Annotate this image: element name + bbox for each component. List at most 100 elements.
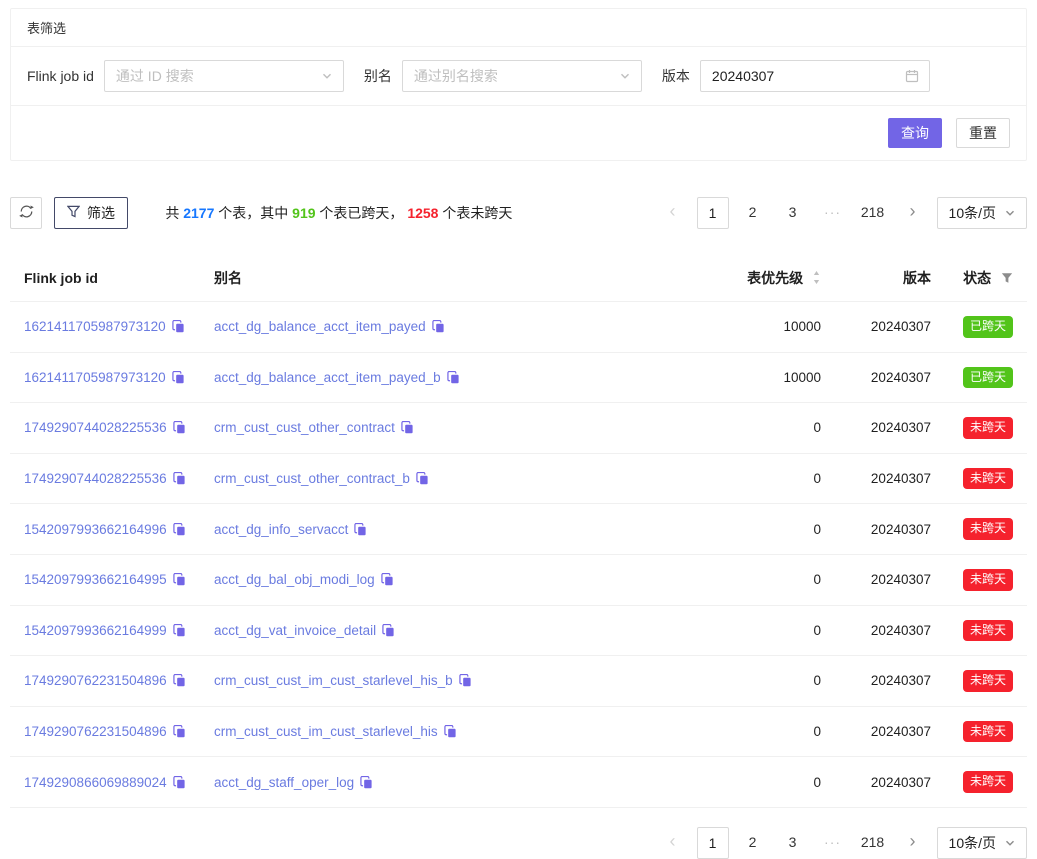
filter-toggle-button[interactable]: 筛选 [54, 197, 128, 229]
alias-link[interactable]: acct_dg_balance_acct_item_payed [214, 319, 426, 334]
job-id-link[interactable]: 1749290762231504896 [24, 724, 167, 739]
alias-cell: crm_cust_cust_im_cust_starlevel_his [206, 706, 713, 757]
status-cell: 已跨天 [935, 352, 1027, 403]
page-button-2[interactable]: 2 [737, 827, 769, 859]
alias-link[interactable]: crm_cust_cust_im_cust_starlevel_his_b [214, 673, 453, 688]
priority-cell: 0 [713, 757, 839, 808]
status-badge: 未跨天 [963, 569, 1013, 591]
page-button-3[interactable]: 3 [777, 827, 809, 859]
job-id-link[interactable]: 1542097993662164995 [24, 572, 167, 587]
table-row: 1542097993662164999 acct_dg_vat_invoice_… [10, 605, 1027, 656]
alias-select[interactable]: 通过别名搜索 [402, 60, 642, 92]
table-row: 1542097993662164995 acct_dg_bal_obj_modi… [10, 554, 1027, 605]
page-button-last[interactable]: 218 [857, 197, 889, 229]
alias-link[interactable]: acct_dg_info_servacct [214, 522, 348, 537]
summary-suffix: 个表未跨天 [438, 205, 512, 221]
status-badge: 未跨天 [963, 670, 1013, 692]
status-cell: 已跨天 [935, 302, 1027, 353]
refresh-button[interactable] [10, 197, 42, 229]
job-id-link[interactable]: 1621411705987973120 [24, 319, 166, 334]
page-button-1[interactable]: 1 [697, 827, 729, 859]
field-version: 版本 20240307 [662, 60, 930, 92]
sort-icon[interactable] [812, 270, 821, 285]
page-size-select[interactable]: 10条/页 [937, 197, 1027, 229]
copy-icon[interactable] [173, 776, 186, 789]
copy-icon[interactable] [354, 523, 367, 536]
job-id-link[interactable]: 1749290762231504896 [24, 673, 167, 688]
alias-cell: acct_dg_info_servacct [206, 504, 713, 555]
copy-icon[interactable] [173, 523, 186, 536]
flink-job-id-select[interactable]: 通过 ID 搜索 [104, 60, 344, 92]
alias-link[interactable]: acct_dg_bal_obj_modi_log [214, 572, 375, 587]
page-ellipsis[interactable]: ··· [817, 197, 849, 229]
header-version: 版本 [839, 256, 935, 302]
filter-toggle-label: 筛选 [87, 203, 115, 223]
job-id-link[interactable]: 1749290744028225536 [24, 471, 167, 486]
job-id-link[interactable]: 1749290744028225536 [24, 420, 167, 435]
next-page-button[interactable]: › [897, 197, 929, 229]
filter-card-title: 表筛选 [27, 21, 66, 36]
alias-link[interactable]: acct_dg_vat_invoice_detail [214, 623, 376, 638]
alias-link[interactable]: crm_cust_cust_other_contract_b [214, 471, 410, 486]
page: 表筛选 Flink job id 通过 ID 搜索 别名 通过别名搜索 [0, 0, 1037, 859]
status-cell: 未跨天 [935, 504, 1027, 555]
job-id-link[interactable]: 1621411705987973120 [24, 370, 166, 385]
header-priority[interactable]: 表优先级 [713, 256, 839, 302]
funnel-icon [67, 205, 80, 221]
alias-cell: acct_dg_balance_acct_item_payed_b [206, 352, 713, 403]
copy-icon[interactable] [173, 421, 186, 434]
prev-page-button[interactable]: ‹ [657, 827, 689, 859]
header-row: Flink job id 别名 表优先级 版本 状态 [10, 256, 1027, 302]
filter-row: Flink job id 通过 ID 搜索 别名 通过别名搜索 [11, 47, 1026, 106]
copy-icon[interactable] [173, 674, 186, 687]
copy-icon[interactable] [173, 624, 186, 637]
alias-link[interactable]: crm_cust_cust_other_contract [214, 420, 395, 435]
alias-link[interactable]: acct_dg_staff_oper_log [214, 775, 354, 790]
copy-icon[interactable] [172, 371, 185, 384]
copy-icon[interactable] [432, 320, 445, 333]
page-button-2[interactable]: 2 [737, 197, 769, 229]
copy-icon[interactable] [360, 776, 373, 789]
job-id-link[interactable]: 1749290866069889024 [24, 775, 167, 790]
page-size-select[interactable]: 10条/页 [937, 827, 1027, 859]
reset-button[interactable]: 重置 [956, 118, 1010, 148]
prev-page-button[interactable]: ‹ [657, 197, 689, 229]
copy-icon[interactable] [173, 573, 186, 586]
page-size-value: 10条/页 [949, 833, 996, 853]
header-status[interactable]: 状态 [935, 256, 1027, 302]
summary-mid1: 个表，其中 [214, 205, 292, 221]
page-button-last[interactable]: 218 [857, 827, 889, 859]
copy-icon[interactable] [416, 472, 429, 485]
header-alias: 别名 [206, 256, 713, 302]
priority-cell: 0 [713, 504, 839, 555]
copy-icon[interactable] [172, 320, 185, 333]
filter-card: 表筛选 Flink job id 通过 ID 搜索 别名 通过别名搜索 [10, 8, 1027, 161]
copy-icon[interactable] [173, 725, 186, 738]
copy-icon[interactable] [381, 573, 394, 586]
total-count: 2177 [183, 205, 214, 221]
table-row: 1621411705987973120 acct_dg_balance_acct… [10, 302, 1027, 353]
copy-icon[interactable] [447, 371, 460, 384]
version-cell: 20240307 [839, 656, 935, 707]
page-button-3[interactable]: 3 [777, 197, 809, 229]
page-ellipsis[interactable]: ··· [817, 827, 849, 859]
table-row: 1621411705987973120 acct_dg_balance_acct… [10, 352, 1027, 403]
copy-icon[interactable] [173, 472, 186, 485]
page-button-1[interactable]: 1 [697, 197, 729, 229]
version-date-input[interactable]: 20240307 [700, 60, 930, 92]
job-id-link[interactable]: 1542097993662164996 [24, 522, 167, 537]
funnel-icon[interactable] [1001, 272, 1013, 284]
copy-icon[interactable] [459, 674, 472, 687]
job-id-link[interactable]: 1542097993662164999 [24, 623, 167, 638]
copy-icon[interactable] [444, 725, 457, 738]
status-cell: 未跨天 [935, 605, 1027, 656]
alias-link[interactable]: crm_cust_cust_im_cust_starlevel_his [214, 724, 438, 739]
search-button[interactable]: 查询 [888, 118, 942, 148]
status-cell: 未跨天 [935, 757, 1027, 808]
alias-link[interactable]: acct_dg_balance_acct_item_payed_b [214, 370, 441, 385]
next-page-button[interactable]: › [897, 827, 929, 859]
copy-icon[interactable] [382, 624, 395, 637]
priority-cell: 0 [713, 656, 839, 707]
filter-card-header: 表筛选 [11, 9, 1026, 47]
copy-icon[interactable] [401, 421, 414, 434]
